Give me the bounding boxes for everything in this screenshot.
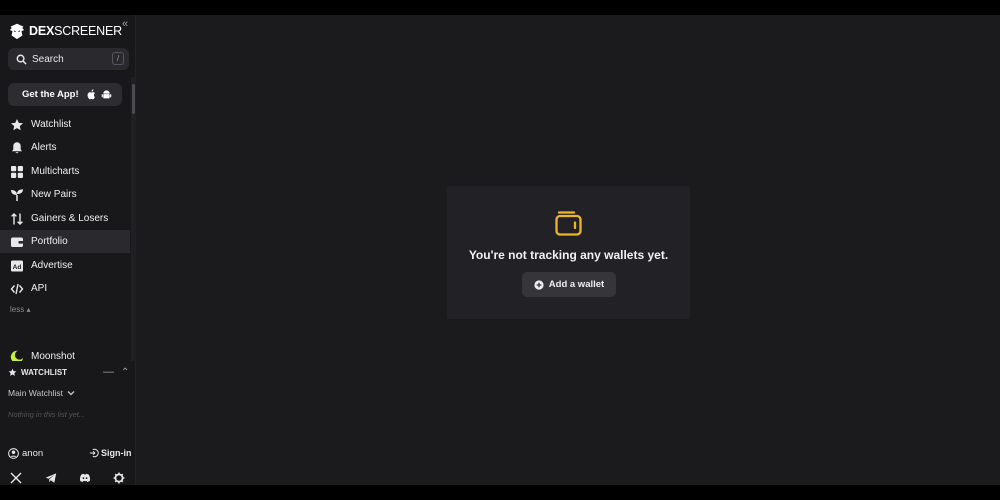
search-button[interactable]: Search / [8,48,129,70]
watchlist-empty-text: Nothing in this list yet... [8,410,86,419]
ad-icon: Ad [11,260,23,271]
get-app-label: Get the App! [22,89,79,100]
search-icon [16,54,27,65]
sidebar-item-moonshot[interactable]: Moonshot [0,345,130,361]
portfolio-empty-state: You're not tracking any wallets yet. Add… [447,186,690,319]
empty-state-message: You're not tracking any wallets yet. [468,248,669,262]
plus-circle-icon [534,279,544,290]
show-less-toggle[interactable]: less ▴ [10,305,30,314]
user-icon [8,448,19,459]
sidebar-item-portfolio[interactable]: Portfolio [0,230,130,253]
star-icon [8,368,17,376]
add-wallet-label: Add a wallet [548,279,605,290]
sidebar: DEXSCREENER « Search / Get the App! Watc… [0,15,136,485]
discord-icon[interactable] [79,472,91,484]
logo[interactable]: DEXSCREENER [8,21,122,41]
apple-icon [87,89,95,100]
watchlist-title-label: WATCHLIST [21,368,68,377]
search-shortcut-key: / [112,52,124,65]
sidebar-item-watchlist[interactable]: Watchlist [0,113,130,136]
scrollbar-thumb[interactable] [132,84,135,114]
code-icon [10,283,24,294]
expand-watchlist-icon[interactable]: ⌃ [121,367,129,378]
watchlist-title: WATCHLIST [8,368,67,377]
sidebar-item-alerts[interactable]: Alerts [0,136,130,159]
wallet-icon [11,237,23,247]
sidebar-item-label: Watchlist [31,119,72,130]
caret-up-icon: ▴ [26,305,31,314]
watchlist-header: WATCHLIST — ⌃ [0,365,136,381]
sidebar-item-multicharts[interactable]: Multicharts [0,160,130,183]
sidebar-scrollbar[interactable] [131,77,136,361]
x-twitter-icon[interactable] [10,472,22,484]
arrows-updown-icon [11,212,23,225]
minimize-watchlist-icon[interactable]: — [103,366,114,378]
grid-icon [11,165,23,178]
user-name: anon [22,448,44,459]
add-wallet-button[interactable]: Add a wallet [522,272,616,297]
dexscreener-logo-icon [9,23,25,40]
sidebar-item-new-pairs[interactable]: New Pairs [0,183,130,206]
bell-icon [12,141,22,153]
wallet-icon [555,211,582,236]
app-window: DEXSCREENER « Search / Get the App! Watc… [0,15,1000,485]
show-less-label: less [10,305,25,314]
watchlist-select-value: Main Watchlist [8,388,63,398]
android-icon [101,90,111,99]
chevron-down-icon [67,391,75,396]
sign-in-icon [89,448,99,458]
sidebar-item-label: Advertise [31,260,73,271]
sidebar-item-gainers-losers[interactable]: Gainers & Losers [0,207,130,230]
user-account[interactable]: anon [8,448,43,459]
moonshot-icon [10,349,24,361]
sidebar-item-label: Moonshot [31,351,75,361]
sidebar-nav: Get the App! Watchlist Alerts Multichart… [0,77,136,361]
telegram-icon[interactable] [45,472,57,484]
sidebar-item-label: Gainers & Losers [31,213,109,224]
sign-in-button[interactable]: Sign-in [89,448,132,458]
sidebar-item-label: New Pairs [31,189,77,200]
settings-gear-icon[interactable] [113,472,125,484]
sidebar-item-advertise[interactable]: Ad Advertise [0,254,130,277]
sidebar-item-api[interactable]: API [0,277,130,300]
get-app-button[interactable]: Get the App! [8,83,122,106]
watchlist-select[interactable]: Main Watchlist [8,388,75,398]
sprout-icon [11,188,23,201]
social-links [0,472,136,486]
star-icon [11,118,23,130]
sidebar-item-label: Portfolio [31,236,68,247]
user-row: anon Sign-in [0,446,136,462]
svg-text:Ad: Ad [13,264,22,271]
search-label: Search [32,53,64,65]
sidebar-item-label: Alerts [31,142,57,153]
sign-in-label: Sign-in [101,448,132,458]
collapse-sidebar-icon[interactable]: « [122,18,128,30]
logo-text: DEXSCREENER [29,24,122,38]
sidebar-item-label: API [31,283,48,294]
sidebar-item-label: Multicharts [31,166,80,177]
